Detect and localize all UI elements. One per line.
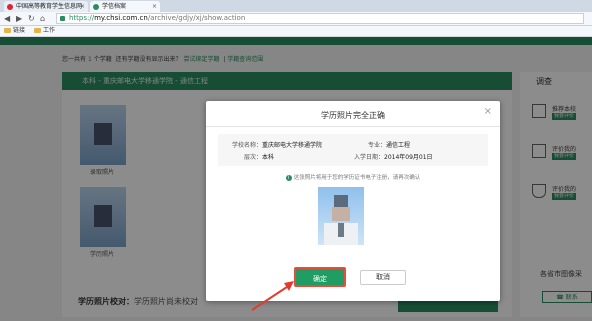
browser-tab[interactable]: 中国高等教育学生信息网 × [4, 1, 88, 12]
info-icon: i [285, 174, 292, 181]
url-scheme: https:// [69, 14, 95, 22]
browser-tab-bar: 中国高等教育学生信息网 × 学信档案 × [0, 0, 592, 12]
dialog-title: 学历照片完全正确 [321, 111, 385, 120]
home-icon[interactable]: ⌂ [40, 13, 45, 24]
url-input[interactable]: https://my.chsi.com.cn/archive/gdjy/xj/s… [56, 13, 584, 24]
lock-icon [60, 16, 65, 21]
bookmark-label: 工作 [43, 27, 56, 34]
tab-title: 学信档案 [102, 3, 127, 10]
bookmarks-bar: 链接 工作 [0, 26, 592, 37]
address-bar: ◀ ▶ ↻ ⌂ https://my.chsi.com.cn/archive/g… [0, 12, 592, 26]
major-value: 通信工程 [386, 142, 411, 149]
photo-face [332, 207, 350, 221]
forward-icon[interactable]: ▶ [16, 13, 22, 24]
diploma-photo-preview [318, 187, 364, 245]
bookmark-folder-links[interactable]: 链接 [4, 26, 25, 36]
folder-icon [34, 28, 41, 33]
folder-icon [4, 28, 11, 33]
school-value: 重庆邮电大学移通学院 [262, 142, 323, 149]
level-value: 本科 [262, 154, 275, 161]
tab-title: 中国高等教育学生信息网 [16, 3, 83, 10]
level-label: 层次： [244, 154, 263, 161]
confirm-button[interactable]: 确定 [294, 267, 346, 287]
confirm-photo-dialog: 学历照片完全正确 × 学校名称：重庆邮电大学移通学院 专业：通信工程 层次：本科… [206, 101, 500, 301]
photo-tie [338, 223, 344, 237]
site-favicon-icon [7, 4, 13, 10]
url-path: /archive/gdjy/xj/show.action [147, 14, 246, 22]
bookmark-folder-work[interactable]: 工作 [34, 26, 55, 36]
reload-icon[interactable]: ↻ [28, 13, 35, 24]
site-favicon-icon [93, 4, 99, 10]
notice-text: i 这张照片将用于您的学历证书电子注册，请再次确认 [206, 173, 500, 181]
bookmark-label: 链接 [13, 27, 26, 34]
cancel-button[interactable]: 取消 [360, 270, 406, 285]
browser-tab-active[interactable]: 学信档案 × [90, 1, 160, 12]
back-icon[interactable]: ◀ [4, 13, 10, 24]
close-tab-icon[interactable]: × [152, 1, 157, 12]
student-info-panel: 学校名称：重庆邮电大学移通学院 专业：通信工程 层次：本科 入学日期：2014年… [218, 134, 488, 166]
entry-date-value: 2014年09月01日 [384, 154, 433, 161]
school-label: 学校名称： [232, 142, 263, 149]
url-host: my.chsi.com.cn [94, 14, 148, 22]
close-icon[interactable]: × [484, 107, 492, 117]
notice-message: 这张照片将用于您的学历证书电子注册，请再次确认 [293, 175, 421, 181]
entry-date-label: 入学日期： [354, 154, 385, 161]
major-label: 专业： [368, 142, 387, 149]
divider [206, 126, 500, 127]
close-tab-icon[interactable]: × [80, 1, 85, 12]
